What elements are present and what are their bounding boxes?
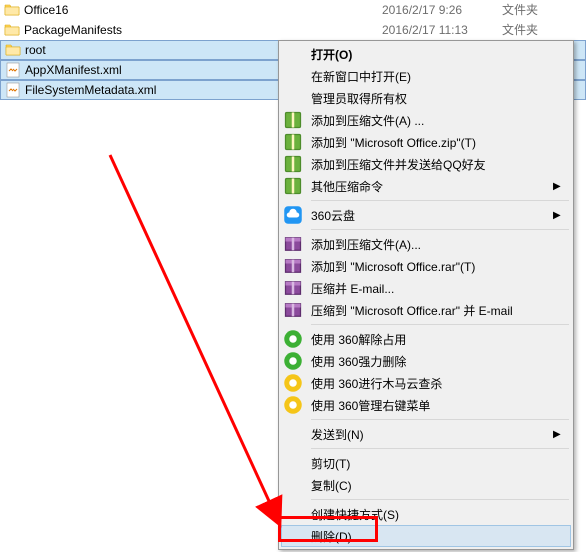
cloud-icon [283,205,303,225]
360y-icon [283,395,303,415]
rar-icon [283,256,303,276]
blank-icon [283,88,303,108]
rar-icon [283,300,303,320]
menu-item[interactable]: 使用 360解除占用 [281,328,571,350]
zip-icon [283,154,303,174]
menu-item[interactable]: 复制(C) [281,474,571,496]
chevron-right-icon: ▶ [553,181,563,192]
rar-icon [283,234,303,254]
menu-item[interactable]: 使用 360管理右键菜单 [281,394,571,416]
menu-item[interactable]: 添加到 "Microsoft Office.rar"(T) [281,255,571,277]
menu-item[interactable]: 管理员取得所有权 [281,87,571,109]
menu-item-label: 压缩并 E-mail... [311,280,563,297]
menu-item[interactable]: 压缩到 "Microsoft Office.rar" 并 E-mail [281,299,571,321]
menu-item[interactable]: 添加到 "Microsoft Office.zip"(T) [281,131,571,153]
blank-icon [283,44,303,64]
menu-item-label: 使用 360进行木马云查杀 [311,375,563,392]
menu-item[interactable]: 使用 360进行木马云查杀 [281,372,571,394]
file-type: 文件夹 [502,21,582,38]
folder-icon [4,22,20,38]
blank-icon [283,504,303,524]
menu-item-label: 使用 360强力删除 [311,353,563,370]
menu-item[interactable]: 添加到压缩文件(A) ... [281,109,571,131]
menu-item[interactable]: 使用 360强力删除 [281,350,571,372]
menu-separator [311,448,569,449]
file-name: Office16 [24,3,382,17]
zip-icon [283,110,303,130]
menu-item[interactable]: 压缩并 E-mail... [281,277,571,299]
menu-item-label: 添加到 "Microsoft Office.rar"(T) [311,258,563,275]
menu-separator [311,229,569,230]
menu-item-label: 添加到压缩文件并发送给QQ好友 [311,156,563,173]
blank-icon [283,475,303,495]
menu-separator [311,499,569,500]
menu-item-label: 管理员取得所有权 [311,90,563,107]
menu-item[interactable]: 添加到压缩文件并发送给QQ好友 [281,153,571,175]
chevron-right-icon: ▶ [553,429,563,440]
menu-item-label: 360云盘 [311,207,553,224]
menu-item[interactable]: 其他压缩命令▶ [281,175,571,197]
annotation-arrow [105,150,290,530]
menu-item[interactable]: 添加到压缩文件(A)... [281,233,571,255]
menu-separator [311,324,569,325]
zip-icon [283,132,303,152]
menu-item-label: 添加到 "Microsoft Office.zip"(T) [311,134,563,151]
file-date: 2016/2/17 11:13 [382,23,502,37]
zip-icon [283,176,303,196]
360-icon [283,351,303,371]
menu-item[interactable]: 创建快捷方式(S) [281,503,571,525]
blank-icon [283,453,303,473]
menu-item[interactable]: 剪切(T) [281,452,571,474]
folder-icon [5,42,21,58]
360y-icon [283,373,303,393]
menu-item[interactable]: 在新窗口中打开(E) [281,65,571,87]
xml-file-icon [5,62,21,78]
menu-item-label: 添加到压缩文件(A)... [311,236,563,253]
chevron-right-icon: ▶ [553,210,563,221]
menu-item-label: 在新窗口中打开(E) [311,68,563,85]
menu-separator [311,419,569,420]
menu-item[interactable]: 打开(O) [281,43,571,65]
menu-item-label: 剪切(T) [311,455,563,472]
file-date: 2016/2/17 9:26 [382,3,502,17]
menu-item-label: 添加到压缩文件(A) ... [311,112,563,129]
360-icon [283,329,303,349]
folder-icon [4,2,20,18]
menu-item-label: 压缩到 "Microsoft Office.rar" 并 E-mail [311,302,563,319]
menu-item[interactable]: 删除(D) [281,525,571,547]
folder-row[interactable]: Office162016/2/17 9:26文件夹 [0,0,586,20]
menu-item-label: 复制(C) [311,477,563,494]
folder-row[interactable]: PackageManifests2016/2/17 11:13文件夹 [0,20,586,40]
blank-icon [283,526,303,546]
xml-file-icon [5,82,21,98]
menu-item-label: 使用 360管理右键菜单 [311,397,563,414]
menu-separator [311,200,569,201]
menu-item-label: 删除(D) [311,528,563,545]
file-type: 文件夹 [502,1,582,18]
menu-item-label: 使用 360解除占用 [311,331,563,348]
menu-item[interactable]: 360云盘▶ [281,204,571,226]
menu-item-label: 发送到(N) [311,426,553,443]
file-name: PackageManifests [24,23,382,37]
blank-icon [283,424,303,444]
menu-item-label: 其他压缩命令 [311,178,553,195]
blank-icon [283,66,303,86]
menu-item-label: 创建快捷方式(S) [311,506,563,523]
menu-item-label: 打开(O) [311,46,563,63]
rar-icon [283,278,303,298]
menu-item[interactable]: 发送到(N)▶ [281,423,571,445]
context-menu: 打开(O) 在新窗口中打开(E) 管理员取得所有权添加到压缩文件(A) ... 添加到… [278,40,574,550]
